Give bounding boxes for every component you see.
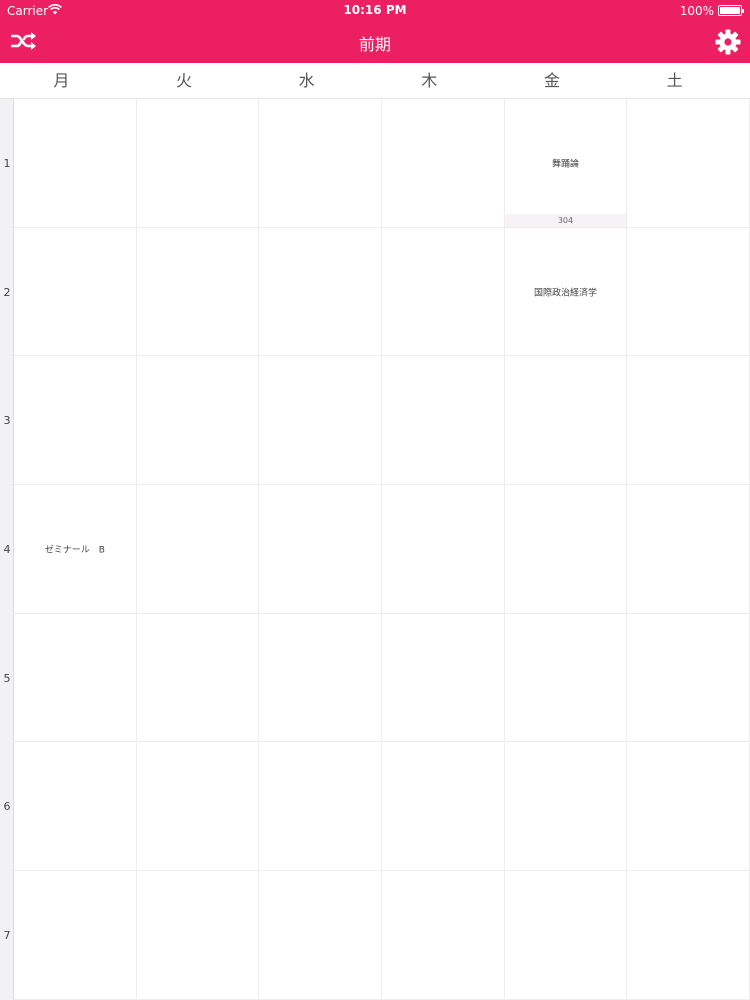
timetable-cell[interactable] [504, 742, 628, 872]
timetable-cell[interactable] [259, 99, 382, 228]
status-bar: Carrier 10:16 PM 100% [0, 0, 750, 22]
timetable-cell[interactable] [14, 871, 137, 1000]
course-name: ゼミナール B [44, 545, 105, 556]
period-number: 3 [3, 414, 11, 428]
timetable-cell[interactable] [136, 356, 260, 486]
timetable-cell[interactable] [627, 742, 750, 872]
timetable-cell[interactable] [382, 871, 505, 1000]
timetable-cell[interactable] [382, 227, 505, 357]
period-number: 4 [3, 542, 11, 556]
timetable-cell[interactable] [382, 356, 505, 486]
timetable-cell[interactable] [627, 871, 750, 1000]
timetable-cell[interactable] [504, 871, 628, 1000]
timetable-cell[interactable] [259, 871, 382, 1000]
timetable-cell[interactable] [382, 613, 505, 743]
timetable-cell[interactable] [259, 613, 382, 743]
timetable-cell[interactable] [14, 227, 137, 357]
settings-button[interactable] [714, 29, 742, 59]
battery-icon [718, 5, 744, 16]
period-column: 1 2 3 4 5 6 7 [0, 99, 14, 1000]
battery-percent: 100% [679, 4, 714, 18]
timetable-cell[interactable] [259, 356, 382, 486]
timetable-cell[interactable] [504, 485, 628, 614]
timetable-cell[interactable] [627, 227, 750, 357]
timetable-screen: Carrier 10:16 PM 100% 前期 月 火 水 木 金 土 1 2… [0, 0, 750, 1000]
timetable-cell[interactable] [627, 613, 750, 743]
period-number: 1 [3, 156, 11, 170]
weekday-header: 月火水木金土 [0, 63, 750, 99]
timetable-cell[interactable] [504, 356, 628, 486]
gear-icon [715, 29, 741, 59]
timetable-cell[interactable] [627, 485, 750, 614]
timetable-cell[interactable] [259, 742, 382, 872]
period-number: 2 [3, 285, 11, 299]
weekday-label: 木 [421, 71, 438, 90]
period-number: 5 [3, 671, 11, 685]
timetable-cell[interactable] [627, 356, 750, 486]
weekday-label: 金 [543, 71, 560, 90]
timetable-cell[interactable] [14, 99, 137, 228]
timetable-cell[interactable] [14, 742, 137, 872]
course-cell[interactable]: 舞踊論 304 [504, 99, 628, 228]
weekday-label: 水 [298, 71, 315, 90]
timetable-grid: 舞踊論 304 国際政治経済学ゼミナール B [14, 99, 750, 1000]
timetable-cell[interactable] [382, 485, 505, 614]
weekday-label: 火 [175, 71, 192, 90]
course-cell[interactable]: 国際政治経済学 [504, 227, 628, 357]
timetable-cell[interactable] [136, 613, 260, 743]
clock-label: 10:16 PM [343, 3, 407, 17]
timetable-cell[interactable] [14, 356, 137, 486]
timetable-cell[interactable] [136, 871, 260, 1000]
timetable-cell[interactable] [259, 485, 382, 614]
navigation-bar: Carrier 10:16 PM 100% 前期 [0, 0, 750, 63]
timetable-cell[interactable] [136, 227, 260, 357]
timetable-cell[interactable] [136, 99, 260, 228]
timetable-cell[interactable] [627, 99, 750, 228]
course-cell[interactable]: ゼミナール B [14, 485, 137, 614]
timetable-cell[interactable] [259, 227, 382, 357]
course-name: 舞踊論 [551, 159, 579, 170]
timetable-cell[interactable] [382, 742, 505, 872]
course-name: 国際政治経済学 [533, 288, 597, 299]
timetable-cell[interactable] [14, 613, 137, 743]
timetable-cell[interactable] [382, 99, 505, 228]
timetable-cell[interactable] [136, 485, 260, 614]
course-room: 304 [504, 213, 627, 227]
timetable-cell[interactable] [136, 742, 260, 872]
page-title: 前期 [358, 35, 391, 54]
weekday-label: 土 [666, 71, 683, 90]
weekday-label: 月 [53, 71, 70, 90]
period-number: 6 [3, 800, 11, 814]
timetable-cell[interactable] [504, 613, 628, 743]
period-number: 7 [3, 929, 11, 943]
